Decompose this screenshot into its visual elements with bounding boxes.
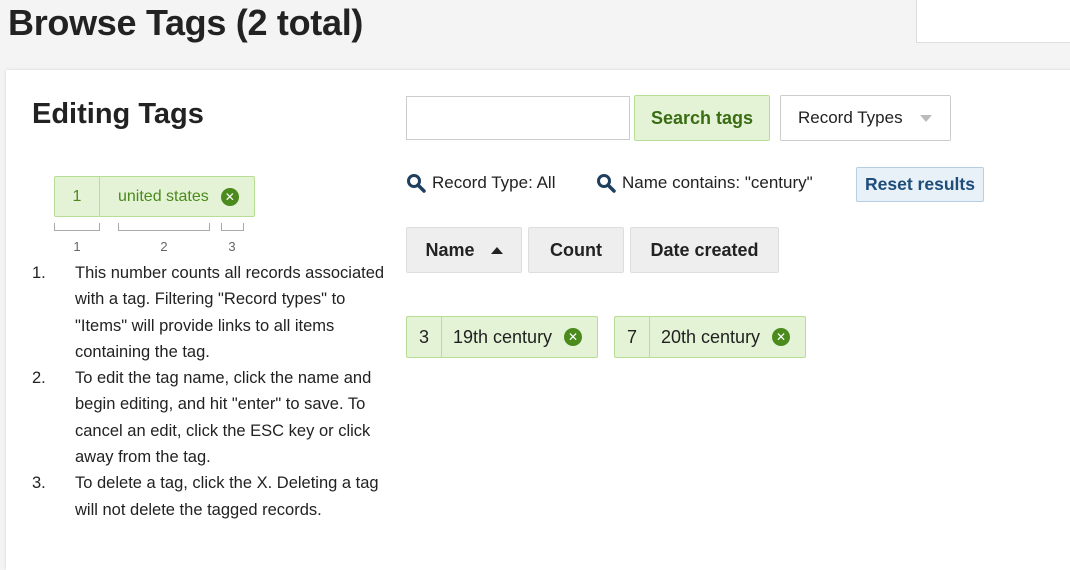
help-item-number: 3. (32, 474, 46, 493)
page-title: Browse Tags (2 total) (8, 2, 364, 43)
filter-record-type-text: Record Type: All (432, 173, 556, 192)
bracket-count (54, 223, 100, 231)
content-panel: Editing Tags 1 united states ✕ 1 2 3 1. … (6, 70, 1070, 570)
search-tags-button[interactable]: Search tags (634, 95, 770, 141)
example-tag-count: 1 (55, 177, 100, 216)
sort-by-date-button[interactable]: Date created (630, 227, 779, 273)
delete-tag-icon[interactable]: ✕ (564, 328, 583, 346)
search-input[interactable] (406, 96, 630, 140)
help-item-text: To edit the tag name, click the name and… (75, 369, 372, 467)
example-tag-name: united states (118, 187, 209, 205)
record-types-value: Record Types (798, 108, 903, 127)
bracket-label-1: 1 (73, 239, 81, 254)
help-item-number: 2. (32, 369, 46, 388)
help-item: 2. To edit the tag name, click the name … (32, 365, 392, 470)
delete-tag-icon[interactable]: ✕ (772, 328, 791, 346)
example-tag: 1 united states ✕ (54, 176, 255, 217)
record-types-select[interactable]: Record Types (780, 95, 951, 141)
sort-by-name-button[interactable]: Name (406, 227, 522, 273)
bracket-label-2: 2 (160, 239, 168, 254)
close-icon: ✕ (220, 187, 239, 206)
help-item-text: To delete a tag, click the X. Deleting a… (75, 474, 379, 519)
filter-name-contains-text: Name contains: "century" (622, 173, 813, 192)
tag-count[interactable]: 7 (615, 317, 650, 357)
bracket-delete (221, 223, 244, 231)
header-search-box[interactable] (916, 0, 1070, 43)
sort-by-count-button[interactable]: Count (528, 227, 624, 273)
search-icon (407, 174, 426, 193)
bracket-name (118, 223, 210, 231)
reset-results-button[interactable]: Reset results (856, 167, 984, 202)
tag-name[interactable]: 20th century (650, 327, 760, 348)
sort-ascending-icon (490, 246, 503, 254)
filter-record-type: Record Type: All (406, 173, 555, 193)
chevron-down-icon (920, 115, 932, 122)
editing-tags-heading: Editing Tags (32, 98, 204, 130)
help-list: 1. This number counts all records associ… (32, 260, 392, 523)
filter-name-contains: Name contains: "century" (596, 173, 813, 193)
sort-name-label: Name (425, 239, 475, 260)
tag-count[interactable]: 3 (407, 317, 442, 357)
bracket-label-3: 3 (228, 239, 236, 254)
help-item-text: This number counts all records associate… (75, 264, 385, 361)
help-item: 3. To delete a tag, click the X. Deletin… (32, 470, 392, 523)
help-item-number: 1. (32, 264, 46, 282)
help-item: 1. This number counts all records associ… (32, 260, 392, 365)
tag-name[interactable]: 19th century (442, 327, 552, 348)
tag-item[interactable]: 3 19th century ✕ (406, 316, 598, 358)
tag-item[interactable]: 7 20th century ✕ (614, 316, 806, 358)
search-icon (597, 174, 616, 193)
